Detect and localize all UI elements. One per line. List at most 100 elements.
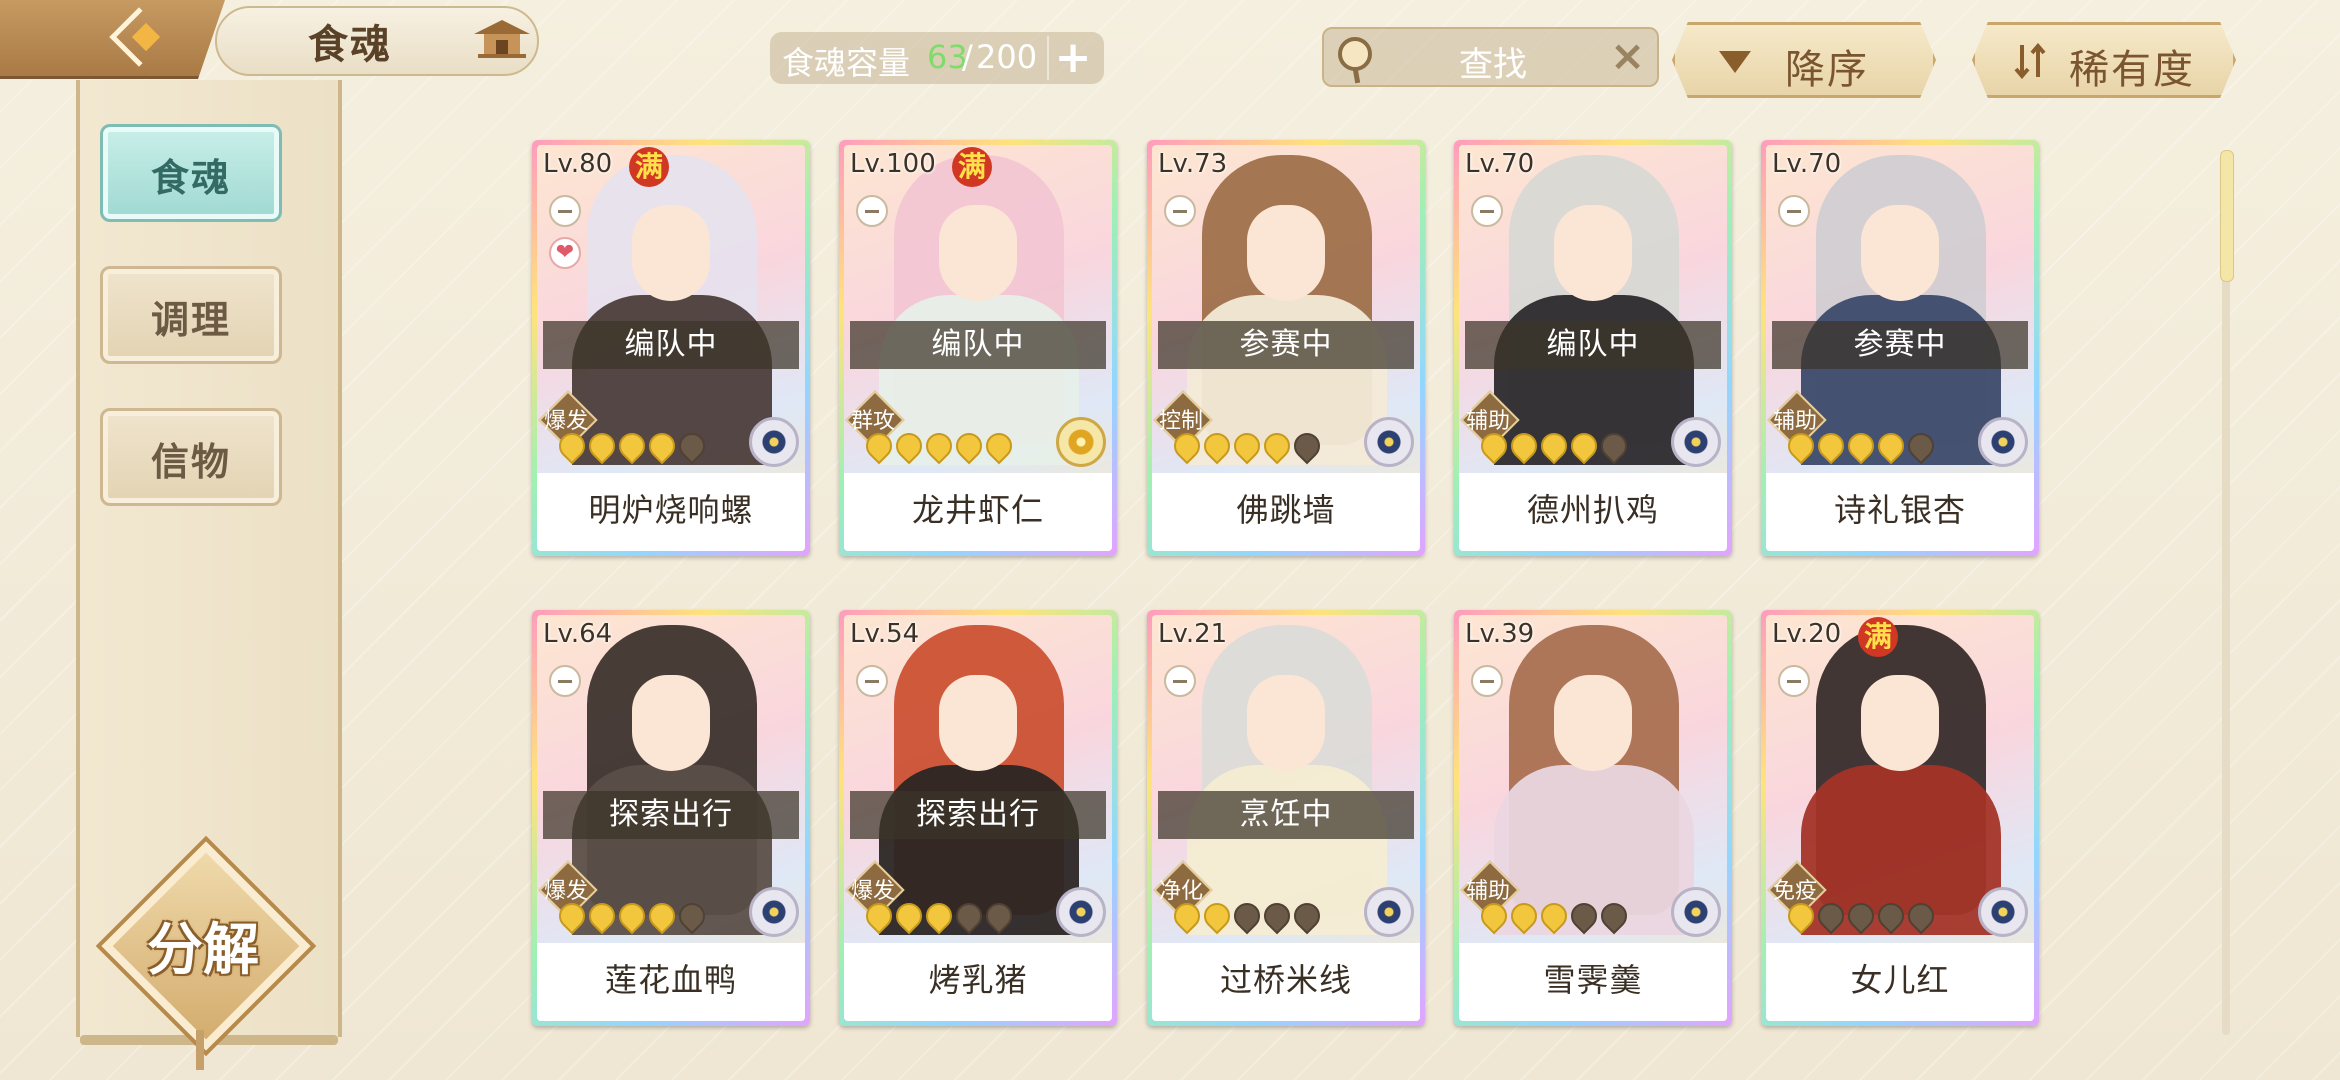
role-label: 辅助 bbox=[1772, 409, 1817, 434]
lock-toggle-icon[interactable] bbox=[549, 665, 581, 697]
max-level-badge: 满 bbox=[629, 147, 669, 187]
sidebar-item-label: 调理 bbox=[150, 298, 231, 342]
sort-order-label: 降序 bbox=[1785, 47, 1869, 93]
star-flame-icon bbox=[1168, 897, 1206, 935]
name-strip: 龙井虾仁 bbox=[844, 473, 1112, 551]
food-soul-card[interactable]: Lv.100 满编队中 群攻 龙井虾仁 bbox=[839, 140, 1117, 556]
star-flame-icon bbox=[1475, 427, 1513, 465]
portrait-face bbox=[939, 675, 1017, 771]
scrollbar-thumb[interactable] bbox=[2220, 150, 2234, 282]
capacity-separator: / bbox=[962, 38, 973, 76]
element-emblem-icon bbox=[1978, 887, 2028, 937]
star-rating bbox=[1782, 897, 1940, 935]
name-strip: 莲花血鸭 bbox=[537, 943, 805, 1021]
role-label: 免疫 bbox=[1772, 879, 1817, 904]
star-flame-icon bbox=[890, 427, 928, 465]
element-emblem-icon bbox=[1056, 417, 1106, 467]
food-soul-card[interactable]: Lv.70 参赛中 辅助 诗礼银杏 bbox=[1761, 140, 2039, 556]
lock-toggle-icon[interactable] bbox=[856, 195, 888, 227]
card-body: Lv.100 满编队中 群攻 龙井虾仁 bbox=[844, 145, 1112, 551]
card-body: Lv.54 探索出行 爆发 烤乳猪 bbox=[844, 615, 1112, 1021]
element-emblem-icon bbox=[1671, 417, 1721, 467]
status-banner: 编队中 bbox=[543, 321, 799, 369]
level-label: Lv.54 bbox=[850, 619, 920, 649]
portrait-face bbox=[939, 205, 1017, 301]
lock-toggle-icon[interactable] bbox=[1164, 195, 1196, 227]
pavilion-icon[interactable] bbox=[472, 18, 532, 60]
star-rating bbox=[1168, 427, 1326, 465]
lock-toggle-icon[interactable] bbox=[549, 195, 581, 227]
capacity-max: 200 bbox=[976, 38, 1038, 76]
star-flame-icon bbox=[1198, 897, 1236, 935]
food-soul-card[interactable]: Lv.21 烹饪中 净化 过桥米线 bbox=[1147, 610, 1425, 1026]
food-soul-card[interactable]: Lv.70 编队中 辅助 德州扒鸡 bbox=[1454, 140, 1732, 556]
character-name: 佛跳墙 bbox=[1236, 491, 1336, 529]
character-name: 诗礼银杏 bbox=[1833, 491, 1966, 529]
favorite-heart-icon[interactable]: ❤ bbox=[549, 237, 581, 269]
role-label: 爆发 bbox=[543, 409, 588, 434]
food-soul-card[interactable]: Lv.54 探索出行 爆发 烤乳猪 bbox=[839, 610, 1117, 1026]
level-label: Lv.21 bbox=[1158, 619, 1228, 649]
status-banner: 探索出行 bbox=[850, 791, 1106, 839]
search-box[interactable]: 查找 × bbox=[1322, 27, 1659, 87]
star-flame-icon bbox=[1535, 427, 1573, 465]
character-name: 过桥米线 bbox=[1219, 961, 1352, 999]
food-soul-card[interactable]: Lv.80 满 ❤ 编队中 爆发 明炉烧响螺 bbox=[532, 140, 810, 556]
element-emblem-icon bbox=[1364, 417, 1414, 467]
lock-toggle-icon[interactable] bbox=[1778, 665, 1810, 697]
role-label: 净化 bbox=[1158, 879, 1203, 904]
role-label: 爆发 bbox=[850, 879, 895, 904]
sidebar-item-label: 食魂 bbox=[150, 156, 231, 200]
star-flame-icon bbox=[1475, 897, 1513, 935]
food-soul-card[interactable]: Lv.64 探索出行 爆发 莲花血鸭 bbox=[532, 610, 810, 1026]
card-body: Lv.73 参赛中 控制 佛跳墙 bbox=[1152, 145, 1420, 551]
lock-toggle-icon[interactable] bbox=[1471, 665, 1503, 697]
card-body: Lv.70 参赛中 辅助 诗礼银杏 bbox=[1766, 145, 2034, 551]
star-rating bbox=[1782, 427, 1940, 465]
star-flame-icon bbox=[950, 427, 988, 465]
sidebar-item-conditioning[interactable]: 调理 bbox=[100, 266, 282, 364]
sort-order-button[interactable]: 降序 bbox=[1672, 22, 1936, 98]
star-flame-icon bbox=[553, 897, 591, 935]
page-title: 食魂 bbox=[308, 22, 392, 68]
sidebar-item-food-souls[interactable]: 食魂 bbox=[100, 124, 282, 222]
star-flame-icon bbox=[980, 427, 1018, 465]
portrait-face bbox=[1554, 205, 1632, 301]
role-label: 辅助 bbox=[1465, 879, 1510, 904]
star-flame-icon bbox=[1782, 427, 1820, 465]
star-flame-icon bbox=[1258, 897, 1296, 935]
level-label: Lv.100 bbox=[850, 149, 936, 179]
portrait-face bbox=[1554, 675, 1632, 771]
expand-capacity-button[interactable]: + bbox=[1047, 36, 1097, 80]
lock-toggle-icon[interactable] bbox=[1164, 665, 1196, 697]
character-name: 德州扒鸡 bbox=[1526, 491, 1659, 529]
sort-rarity-button[interactable]: 稀有度 bbox=[1972, 22, 2236, 98]
name-strip: 诗礼银杏 bbox=[1766, 473, 2034, 551]
food-soul-card[interactable]: Lv.39 辅助 雪霁羹 bbox=[1454, 610, 1732, 1026]
level-label: Lv.64 bbox=[543, 619, 613, 649]
portrait-face bbox=[1247, 675, 1325, 771]
star-flame-icon bbox=[1565, 427, 1603, 465]
lock-toggle-icon[interactable] bbox=[1778, 195, 1810, 227]
food-soul-card[interactable]: Lv.20 满免疫 女儿红 bbox=[1761, 610, 2039, 1026]
star-flame-icon bbox=[553, 427, 591, 465]
star-flame-icon bbox=[1565, 897, 1603, 935]
search-input[interactable]: 查找 bbox=[1459, 37, 1527, 86]
lock-toggle-icon[interactable] bbox=[856, 665, 888, 697]
star-flame-icon bbox=[1872, 897, 1910, 935]
star-flame-icon bbox=[1168, 427, 1206, 465]
scrollbar[interactable] bbox=[2222, 150, 2230, 1035]
star-flame-icon bbox=[613, 897, 651, 935]
sidebar-item-tokens[interactable]: 信物 bbox=[100, 408, 282, 506]
lock-toggle-icon[interactable] bbox=[1471, 195, 1503, 227]
food-soul-card[interactable]: Lv.73 参赛中 控制 佛跳墙 bbox=[1147, 140, 1425, 556]
star-flame-icon bbox=[1812, 897, 1850, 935]
back-button[interactable] bbox=[0, 0, 225, 79]
star-rating bbox=[1475, 427, 1633, 465]
level-label: Lv.80 bbox=[543, 149, 613, 179]
clear-search-button[interactable]: × bbox=[1610, 31, 1645, 80]
star-flame-icon bbox=[643, 427, 681, 465]
capacity-indicator: 食魂容量 63 / 200 + bbox=[770, 32, 1104, 84]
portrait-face bbox=[1247, 205, 1325, 301]
portrait-face bbox=[1861, 675, 1939, 771]
